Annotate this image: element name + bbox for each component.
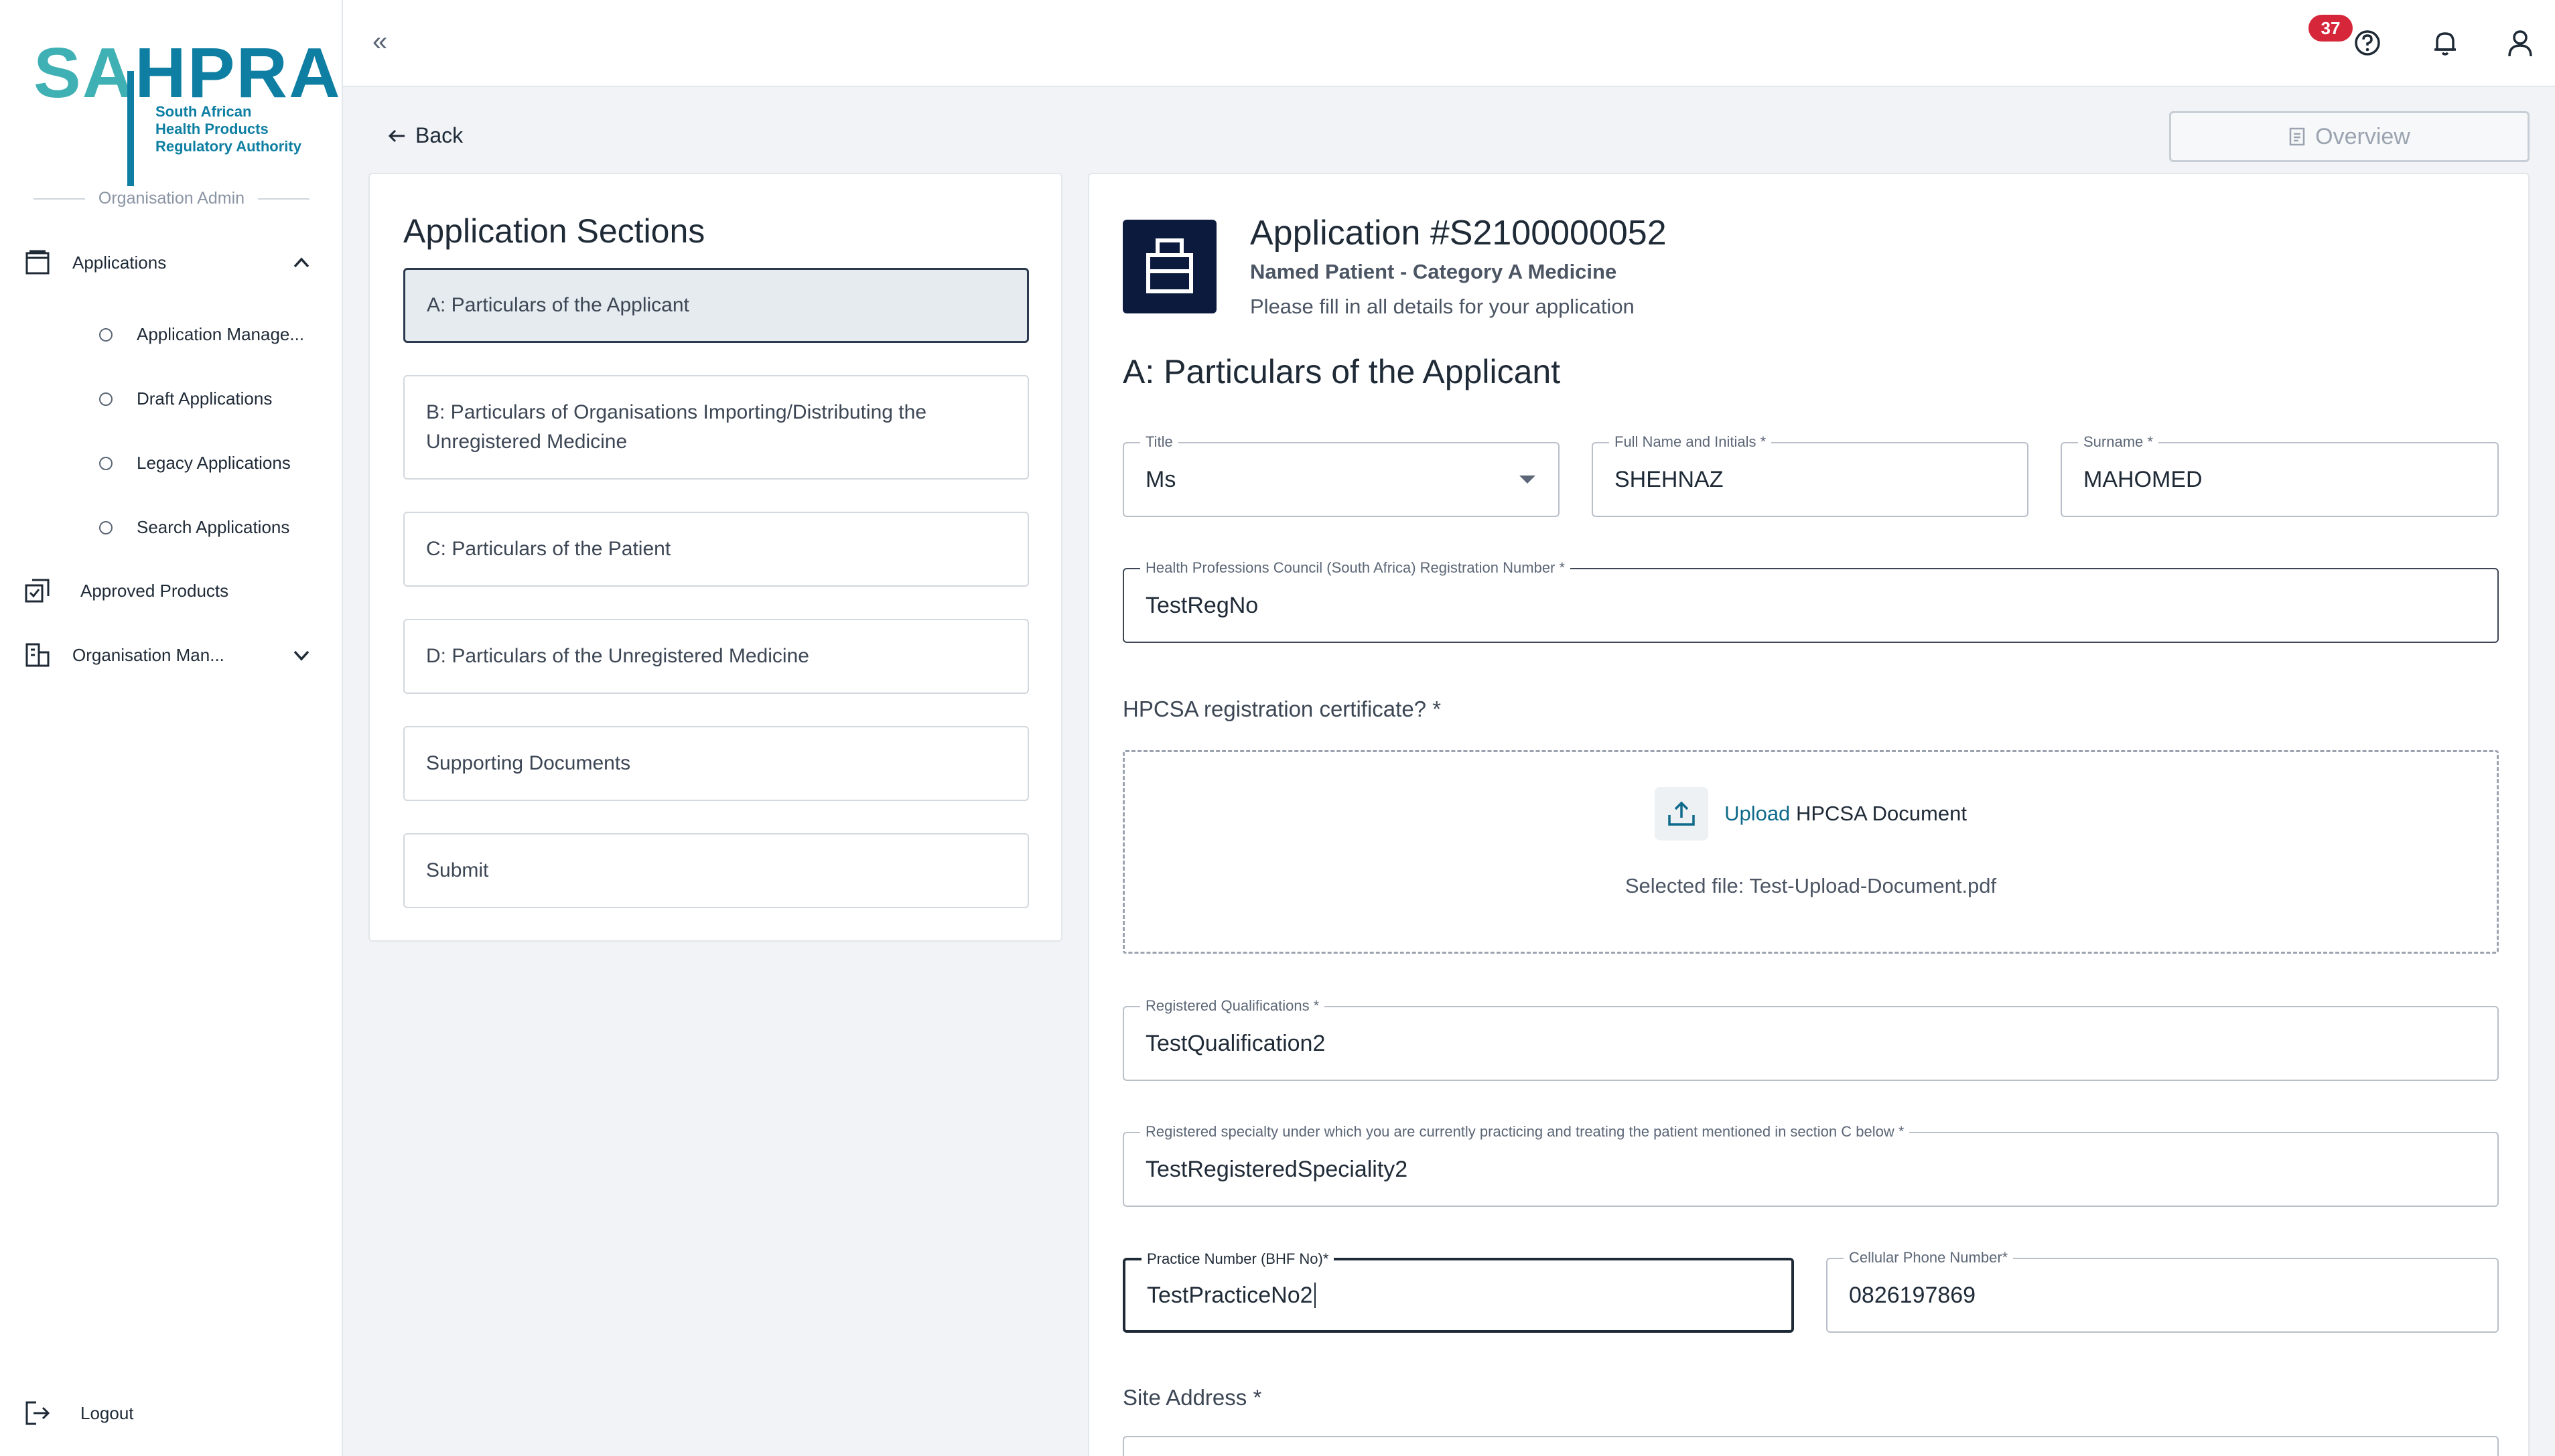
section-button-supporting-documents[interactable]: Supporting Documents — [403, 726, 1029, 801]
sidebar: SAHPRA South African Health Products Reg… — [0, 0, 343, 1456]
radio-icon — [99, 327, 113, 342]
section-label: C: Particulars of the Patient — [426, 538, 671, 560]
upload-link[interactable]: Upload — [1724, 802, 1790, 825]
medicine-bottle-icon — [1146, 238, 1193, 293]
logo-subtitle: South African Health Products Regulatory… — [155, 103, 301, 155]
approved-products-icon — [25, 579, 50, 603]
sidebar-item-applications[interactable]: Applications — [24, 249, 319, 276]
sahpra-logo[interactable]: SAHPRA South African Health Products Reg… — [33, 38, 340, 186]
document-icon — [2289, 127, 2305, 146]
surname-field[interactable]: Surname * MAHOMED — [2061, 433, 2499, 517]
field-value: TestPracticeNo2 — [1147, 1260, 1316, 1330]
site-address-field[interactable] — [1123, 1436, 2499, 1456]
field-value: 0826197869 — [1849, 1282, 1976, 1308]
radio-icon — [99, 456, 113, 470]
title-select[interactable]: Title Ms — [1123, 433, 1560, 517]
sidebar-item-approved-products[interactable]: Approved Products — [24, 577, 228, 604]
section-button-b[interactable]: B: Particulars of Organisations Importin… — [403, 375, 1029, 480]
application-sections-card: Application Sections A: Particulars of t… — [368, 173, 1062, 942]
overview-button[interactable]: Overview — [2169, 111, 2530, 162]
text-cursor — [1314, 1283, 1316, 1308]
sidebar-item-label: Application Manage... — [137, 324, 305, 344]
back-arrow-icon — [388, 129, 405, 142]
sidebar-item-search-applications[interactable]: Search Applications — [99, 517, 289, 538]
practice-number-field[interactable]: Practice Number (BHF No)* TestPracticeNo… — [1123, 1250, 1794, 1333]
notification-count-badge: 37 — [2308, 15, 2353, 42]
sidebar-item-label: Applications — [72, 252, 167, 273]
sections-title: Application Sections — [403, 212, 705, 250]
upload-label: Upload HPCSA Document — [1724, 802, 1967, 825]
sidebar-item-label: Draft Applications — [137, 388, 273, 409]
field-value: MAHOMED — [2083, 466, 2203, 492]
collapse-sidebar-button[interactable]: « — [372, 27, 387, 57]
logo-bar — [127, 71, 134, 186]
field-value: SHEHNAZ — [1614, 466, 1724, 492]
application-form-card: Application #S2100000052 Named Patient -… — [1088, 173, 2530, 1456]
section-label: Submit — [426, 859, 489, 881]
site-address-label: Site Address * — [1123, 1385, 1262, 1410]
selected-file-text: Selected file: Test-Upload-Document.pdf — [1625, 874, 1997, 897]
section-label: D: Particulars of the Unregistered Medic… — [426, 645, 809, 667]
qualifications-field[interactable]: Registered Qualifications * TestQualific… — [1123, 997, 2499, 1081]
application-title: Application #S2100000052 — [1250, 214, 1667, 252]
sidebar-item-label: Search Applications — [137, 517, 290, 537]
sidebar-item-draft-applications[interactable]: Draft Applications — [99, 388, 272, 409]
certificate-question: HPCSA registration certificate? * — [1123, 697, 1442, 721]
applications-icon — [25, 250, 50, 275]
upload-icon — [1668, 801, 1695, 826]
sidebar-item-label: Approved Products — [80, 580, 229, 601]
full-name-field[interactable]: Full Name and Initials * SHEHNAZ — [1592, 433, 2028, 517]
section-label: Supporting Documents — [426, 752, 631, 774]
help-icon[interactable] — [2351, 27, 2384, 59]
back-label: Back — [415, 123, 464, 147]
sidebar-item-label: Organisation Man... — [72, 644, 224, 665]
radio-icon — [99, 520, 113, 534]
logout-icon — [25, 1401, 50, 1425]
section-button-submit[interactable]: Submit — [403, 833, 1029, 908]
overview-label: Overview — [2315, 123, 2410, 149]
user-icon[interactable] — [2504, 27, 2536, 59]
field-value: TestRegNo — [1146, 592, 1259, 618]
upload-row: Upload HPCSA Document — [1125, 787, 2497, 841]
application-icon — [1123, 220, 1217, 313]
sidebar-item-label: Logout — [80, 1402, 134, 1423]
radio-icon — [99, 392, 113, 406]
application-hint: Please fill in all details for your appl… — [1250, 295, 1635, 318]
cellular-phone-field[interactable]: Cellular Phone Number* 0826197869 — [1826, 1248, 2499, 1333]
section-button-c[interactable]: C: Particulars of the Patient — [403, 512, 1029, 587]
bell-icon[interactable] — [2429, 27, 2461, 59]
sidebar-item-organisation-management[interactable]: Organisation Man... — [24, 642, 319, 668]
sidebar-item-legacy-applications[interactable]: Legacy Applications — [99, 453, 291, 474]
field-value: TestRegisteredSpeciality2 — [1146, 1156, 1408, 1182]
upload-icon-button[interactable] — [1655, 787, 1709, 841]
specialty-field[interactable]: Registered specialty under which you are… — [1123, 1122, 2499, 1207]
organisation-icon — [25, 643, 50, 667]
section-label: B: Particulars of Organisations Importin… — [426, 401, 926, 453]
hpcsa-registration-number-field[interactable]: Health Professions Council (South Africa… — [1123, 559, 2499, 643]
sidebar-item-application-management[interactable]: Application Manage... — [99, 324, 304, 345]
section-button-a[interactable]: A: Particulars of the Applicant — [403, 268, 1029, 343]
back-link[interactable]: Back — [387, 123, 463, 148]
sidebar-item-label: Legacy Applications — [137, 453, 291, 473]
section-button-d[interactable]: D: Particulars of the Unregistered Medic… — [403, 619, 1029, 694]
organisation-admin-label: Organisation Admin — [33, 189, 309, 208]
sidebar-item-logout[interactable]: Logout — [24, 1400, 134, 1427]
field-value: TestQualification2 — [1146, 1030, 1326, 1056]
section-label: A: Particulars of the Applicant — [427, 294, 689, 316]
field-value: Ms — [1146, 466, 1176, 492]
dropdown-arrow-icon[interactable] — [1519, 476, 1535, 484]
section-heading: A: Particulars of the Applicant — [1123, 353, 1561, 390]
chevron-up-icon[interactable] — [292, 254, 311, 271]
upload-dropzone[interactable]: Upload HPCSA Document Selected file: Tes… — [1123, 750, 2499, 954]
chevron-down-icon[interactable] — [292, 647, 311, 663]
logo-wordmark: SAHPRA — [33, 33, 342, 113]
application-subtitle: Named Patient - Category A Medicine — [1250, 260, 1617, 283]
top-bar: « 37 — [343, 0, 2555, 87]
